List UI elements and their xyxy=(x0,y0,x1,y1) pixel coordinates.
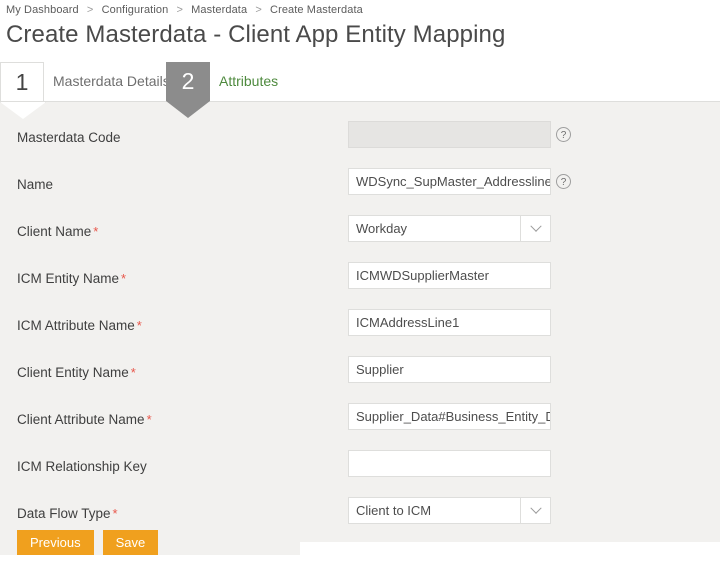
input-client-entity-name[interactable]: Supplier xyxy=(348,356,551,383)
required-marker: * xyxy=(111,506,118,521)
form-row-icm-attribute-name: ICM Attribute Name* ICMAddressLine1 xyxy=(0,307,720,354)
label-data-flow-type: Data Flow Type* xyxy=(17,506,118,521)
step-badge-1: 1 xyxy=(0,62,44,101)
breadcrumb-item-create-masterdata[interactable]: Create Masterdata xyxy=(270,4,363,16)
help-icon[interactable]: ? xyxy=(556,127,571,142)
input-icm-attribute-name[interactable]: ICMAddressLine1 xyxy=(348,309,551,336)
step-number-2: 2 xyxy=(182,70,195,93)
label-name: Name xyxy=(17,177,53,192)
form-actions: Previous Save xyxy=(17,530,158,555)
panel-white-corner xyxy=(300,542,720,555)
masterdata-form: Masterdata Code ? Name WDSync_SupMaster_… xyxy=(0,102,720,555)
select-client-name-value: Workday xyxy=(349,221,520,236)
breadcrumb-separator: > xyxy=(250,4,267,16)
required-marker: * xyxy=(135,318,142,333)
input-icm-attribute-name-value: ICMAddressLine1 xyxy=(349,315,459,330)
form-row-client-attribute-name: Client Attribute Name* Supplier_Data#Bus… xyxy=(0,401,720,448)
form-row-name: Name WDSync_SupMaster_Addressline1 ? xyxy=(0,166,720,213)
select-data-flow-type-value: Client to ICM xyxy=(349,503,520,518)
label-client-name: Client Name* xyxy=(17,224,98,239)
required-marker: * xyxy=(129,365,136,380)
required-marker: * xyxy=(145,412,152,427)
input-name-value: WDSync_SupMaster_Addressline1 xyxy=(349,174,550,189)
breadcrumb-item-configuration[interactable]: Configuration xyxy=(102,4,169,16)
breadcrumb-item-my-dashboard[interactable]: My Dashboard xyxy=(6,4,79,16)
tab-masterdata-details[interactable]: 1 Masterdata Details xyxy=(0,62,170,101)
select-data-flow-type[interactable]: Client to ICM xyxy=(348,497,551,524)
step-number-1: 1 xyxy=(16,71,29,94)
label-icm-relationship-key: ICM Relationship Key xyxy=(17,459,147,474)
breadcrumb-item-masterdata[interactable]: Masterdata xyxy=(191,4,247,16)
tab-label-masterdata-details: Masterdata Details xyxy=(44,62,170,101)
tab-attributes[interactable]: 2 Attributes xyxy=(166,62,278,101)
input-icm-relationship-key[interactable] xyxy=(348,450,551,477)
form-row-icm-entity-name: ICM Entity Name* ICMWDSupplierMaster xyxy=(0,260,720,307)
input-masterdata-code[interactable] xyxy=(348,121,551,148)
previous-button[interactable]: Previous xyxy=(17,530,94,555)
form-row-icm-relationship-key: ICM Relationship Key xyxy=(0,448,720,495)
label-icm-entity-name: ICM Entity Name* xyxy=(17,271,126,286)
label-icm-attribute-name: ICM Attribute Name* xyxy=(17,318,142,333)
select-client-name[interactable]: Workday xyxy=(348,215,551,242)
input-name[interactable]: WDSync_SupMaster_Addressline1 xyxy=(348,168,551,195)
page-title: Create Masterdata - Client App Entity Ma… xyxy=(6,21,720,49)
input-icm-entity-name[interactable]: ICMWDSupplierMaster xyxy=(348,262,551,289)
required-marker: * xyxy=(119,271,126,286)
chevron-down-icon[interactable] xyxy=(520,498,550,523)
step-badge-2: 2 xyxy=(166,62,210,101)
label-client-attribute-name: Client Attribute Name* xyxy=(17,412,152,427)
chevron-down-icon[interactable] xyxy=(520,216,550,241)
tab-label-attributes: Attributes xyxy=(210,62,278,101)
breadcrumb-separator: > xyxy=(171,4,188,16)
form-row-masterdata-code: Masterdata Code ? xyxy=(0,119,720,166)
help-icon[interactable]: ? xyxy=(556,174,571,189)
form-row-client-entity-name: Client Entity Name* Supplier xyxy=(0,354,720,401)
save-button[interactable]: Save xyxy=(103,530,159,555)
required-marker: * xyxy=(91,224,98,239)
label-masterdata-code: Masterdata Code xyxy=(17,130,121,145)
input-icm-entity-name-value: ICMWDSupplierMaster xyxy=(349,268,489,283)
wizard-step-tabs: 1 Masterdata Details 2 Attributes xyxy=(0,62,720,102)
input-client-attribute-name-value: Supplier_Data#Business_Entity_Data xyxy=(349,409,550,424)
form-row-client-name: Client Name* Workday xyxy=(0,213,720,260)
breadcrumb: My Dashboard > Configuration > Masterdat… xyxy=(0,0,720,16)
input-client-entity-name-value: Supplier xyxy=(349,362,404,377)
breadcrumb-separator: > xyxy=(82,4,99,16)
label-client-entity-name: Client Entity Name* xyxy=(17,365,136,380)
input-client-attribute-name[interactable]: Supplier_Data#Business_Entity_Data xyxy=(348,403,551,430)
